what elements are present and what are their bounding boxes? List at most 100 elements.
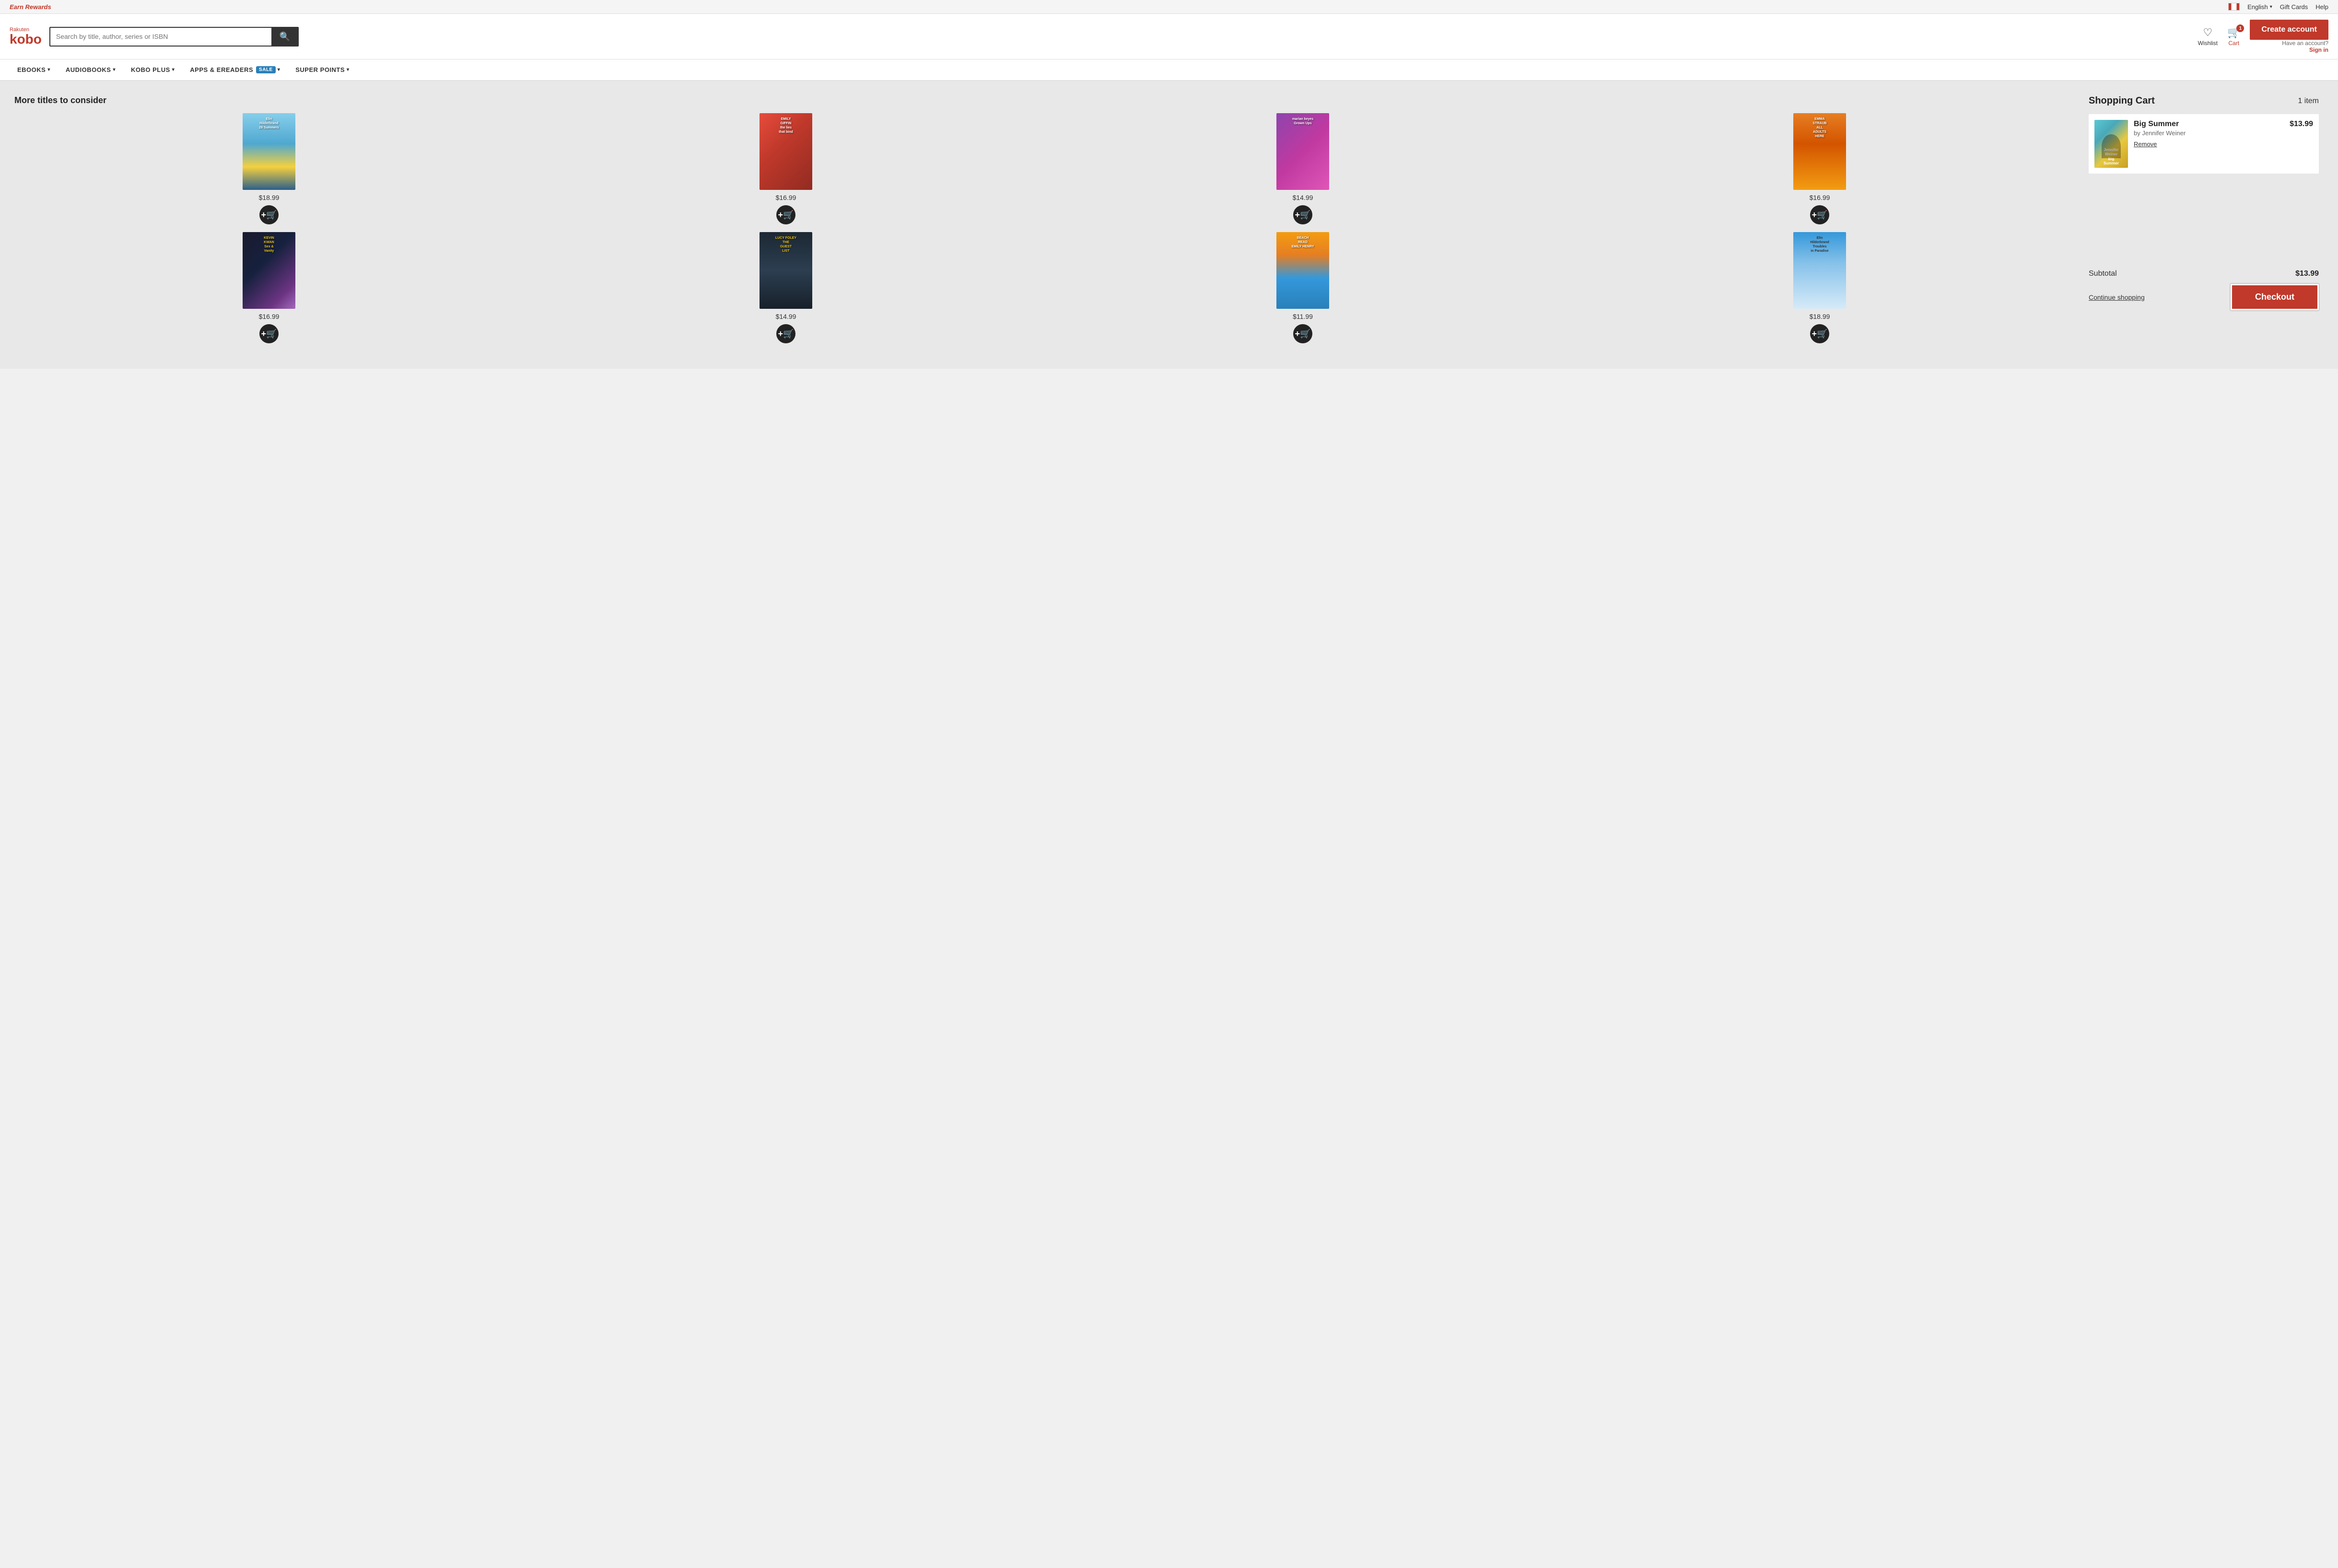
- books-grid: ElinHilderbrand28 Summers $18.99 +🛒 EMIL…: [14, 113, 2074, 343]
- book-item: ElinHilderbrand28 Summers $18.99 +🛒: [14, 113, 524, 224]
- cover-label: ElinHilderbrand28 Summers: [259, 117, 279, 130]
- canada-flag-icon: [2228, 3, 2240, 11]
- book-price: $16.99: [1810, 194, 1830, 201]
- book-item: ElinHilderbrandTroublesin Paradise $18.9…: [1565, 232, 2074, 343]
- sign-in-text: Have an account?: [2282, 40, 2328, 47]
- add-to-cart-button[interactable]: +🛒: [1810, 205, 1829, 224]
- promo-bar: Earn Rewards English ▾ Gift Cards Help: [0, 0, 2338, 14]
- nav-kobo-plus-label: KOBO PLUS: [131, 66, 170, 73]
- nav-ebooks[interactable]: eBOOKS ▾: [10, 59, 58, 80]
- logo[interactable]: Rakuten kobo: [10, 27, 42, 46]
- cart-badge: 1: [2236, 24, 2244, 32]
- cover-label: marian keyesGrown Ups: [1292, 117, 1313, 126]
- cart-actions: Continue shopping Checkout: [2089, 284, 2319, 310]
- book-price: $16.99: [776, 194, 796, 201]
- wishlist-button[interactable]: ♡ Wishlist: [2198, 26, 2218, 47]
- chevron-down-icon: ▾: [278, 67, 281, 72]
- chevron-down-icon: ▾: [172, 67, 175, 72]
- add-to-cart-button[interactable]: +🛒: [1293, 205, 1312, 224]
- cart-item-count: 1 item: [2298, 97, 2319, 105]
- search-input[interactable]: [50, 28, 272, 46]
- book-cover-grown-ups[interactable]: marian keyesGrown Ups: [1276, 113, 1329, 190]
- cover-label: LUCY FOLEYTHEGUESTLIST: [775, 236, 796, 253]
- cart-item: JenniferWeinerBigSummer Big Summer by Je…: [2089, 114, 2319, 174]
- suggestions-panel: More titles to consider ElinHilderbrand2…: [10, 91, 2079, 359]
- main-content: More titles to consider ElinHilderbrand2…: [0, 81, 2338, 369]
- promo-bar-right: English ▾ Gift Cards Help: [2228, 3, 2328, 11]
- cart-label: Cart: [2228, 40, 2239, 47]
- nav-apps-label: APPS & eREADERS: [190, 66, 253, 73]
- language-selector[interactable]: English ▾: [2247, 3, 2272, 11]
- cart-book-title: Big Summer: [2134, 120, 2284, 129]
- subtotal-amount: $13.99: [2295, 269, 2319, 278]
- book-cover-troubles-paradise[interactable]: ElinHilderbrandTroublesin Paradise: [1793, 232, 1846, 309]
- cart-header: Shopping Cart 1 item: [2089, 95, 2319, 106]
- book-price: $14.99: [776, 313, 796, 320]
- earn-rewards-text[interactable]: Earn Rewards: [10, 3, 51, 11]
- add-to-cart-button[interactable]: +🛒: [259, 205, 279, 224]
- nav-audiobooks-label: AUDIOBOOKS: [66, 66, 111, 73]
- search-button[interactable]: 🔍: [271, 28, 297, 46]
- header-actions: ♡ Wishlist 🛒 1 Cart Create account Have …: [2198, 20, 2328, 53]
- nav-apps-ereaders[interactable]: APPS & eREADERS SALE ▾: [182, 59, 288, 80]
- book-item: EMILYGIFFINthe liesthat bind $16.99 +🛒: [531, 113, 1040, 224]
- cart-book-author: by Jennifer Weiner: [2134, 129, 2284, 137]
- subtotal-label: Subtotal: [2089, 269, 2117, 278]
- search-icon: 🔍: [279, 32, 290, 41]
- sign-in-area: Have an account? Sign in: [2250, 40, 2328, 53]
- language-label: English: [2247, 3, 2268, 11]
- cart-item-details: Big Summer by Jennifer Weiner Remove: [2134, 120, 2284, 148]
- nav-ebooks-label: eBOOKS: [17, 66, 46, 73]
- book-item: marian keyesGrown Ups $14.99 +🛒: [1048, 113, 1557, 224]
- add-to-cart-button[interactable]: +🛒: [259, 324, 279, 343]
- chevron-down-icon: ▾: [113, 67, 116, 72]
- cart-button[interactable]: 🛒 1 Cart: [2227, 26, 2240, 47]
- book-cover-sex-vanity[interactable]: KEVINKWANSex &Vanity: [243, 232, 295, 309]
- book-item: BEACHREADEMILY HENRY $11.99 +🛒: [1048, 232, 1557, 343]
- cover-silhouette: [2102, 134, 2121, 158]
- gift-cards-link[interactable]: Gift Cards: [2280, 3, 2308, 11]
- nav-kobo-plus[interactable]: KOBO PLUS ▾: [123, 59, 182, 80]
- book-price: $14.99: [1293, 194, 1313, 201]
- book-item: LUCY FOLEYTHEGUESTLIST $14.99 +🛒: [531, 232, 1040, 343]
- book-cover-all-adults[interactable]: EMMASTRAUBALLADULTSHERE: [1793, 113, 1846, 190]
- book-item: EMMASTRAUBALLADULTSHERE $16.99 +🛒: [1565, 113, 2074, 224]
- book-price: $16.99: [259, 313, 280, 320]
- book-price: $11.99: [1293, 313, 1313, 320]
- remove-link[interactable]: Remove: [2134, 140, 2157, 148]
- continue-shopping-button[interactable]: Continue shopping: [2089, 293, 2145, 301]
- kobo-label: kobo: [10, 33, 42, 46]
- book-cover-28summers[interactable]: ElinHilderbrand28 Summers: [243, 113, 295, 190]
- suggestions-title: More titles to consider: [14, 95, 2074, 105]
- checkout-button[interactable]: Checkout: [2231, 284, 2319, 310]
- book-cover-big-summer[interactable]: JenniferWeinerBigSummer: [2094, 120, 2128, 168]
- account-area: Create account Have an account? Sign in: [2250, 20, 2328, 53]
- create-account-button[interactable]: Create account: [2250, 20, 2328, 40]
- search-bar: 🔍: [49, 27, 299, 47]
- cover-label: KEVINKWANSex &Vanity: [264, 236, 274, 253]
- cart-subtotal: Subtotal $13.99: [2089, 269, 2319, 278]
- cart-item-price: $13.99: [2290, 120, 2313, 129]
- nav-audiobooks[interactable]: AUDIOBOOKS ▾: [58, 59, 123, 80]
- chevron-down-icon: ▾: [2270, 4, 2272, 10]
- book-price: $18.99: [1810, 313, 1830, 320]
- book-cover-beach-read[interactable]: BEACHREADEMILY HENRY: [1276, 232, 1329, 309]
- chevron-down-icon: ▾: [347, 67, 350, 72]
- chevron-down-icon: ▾: [47, 67, 50, 72]
- nav-super-points-label: SUPER POINTS: [295, 66, 345, 73]
- book-cover-guest-list[interactable]: LUCY FOLEYTHEGUESTLIST: [760, 232, 812, 309]
- cart-panel: Shopping Cart 1 item JenniferWeinerBigSu…: [2079, 91, 2328, 359]
- sign-in-link[interactable]: Sign in: [2309, 47, 2328, 53]
- add-to-cart-button[interactable]: +🛒: [776, 324, 795, 343]
- book-cover-lies-that-bind[interactable]: EMILYGIFFINthe liesthat bind: [760, 113, 812, 190]
- heart-icon: ♡: [2203, 26, 2212, 39]
- help-link[interactable]: Help: [2315, 3, 2328, 11]
- nav-super-points[interactable]: SUPER POINTS ▾: [288, 59, 357, 80]
- sale-badge: SALE: [256, 66, 276, 73]
- add-to-cart-button[interactable]: +🛒: [1293, 324, 1312, 343]
- add-to-cart-button[interactable]: +🛒: [1810, 324, 1829, 343]
- add-to-cart-button[interactable]: +🛒: [776, 205, 795, 224]
- book-item: KEVINKWANSex &Vanity $16.99 +🛒: [14, 232, 524, 343]
- cover-label: EMMASTRAUBALLADULTSHERE: [1812, 117, 1826, 139]
- cover-label: BEACHREADEMILY HENRY: [1292, 236, 1314, 249]
